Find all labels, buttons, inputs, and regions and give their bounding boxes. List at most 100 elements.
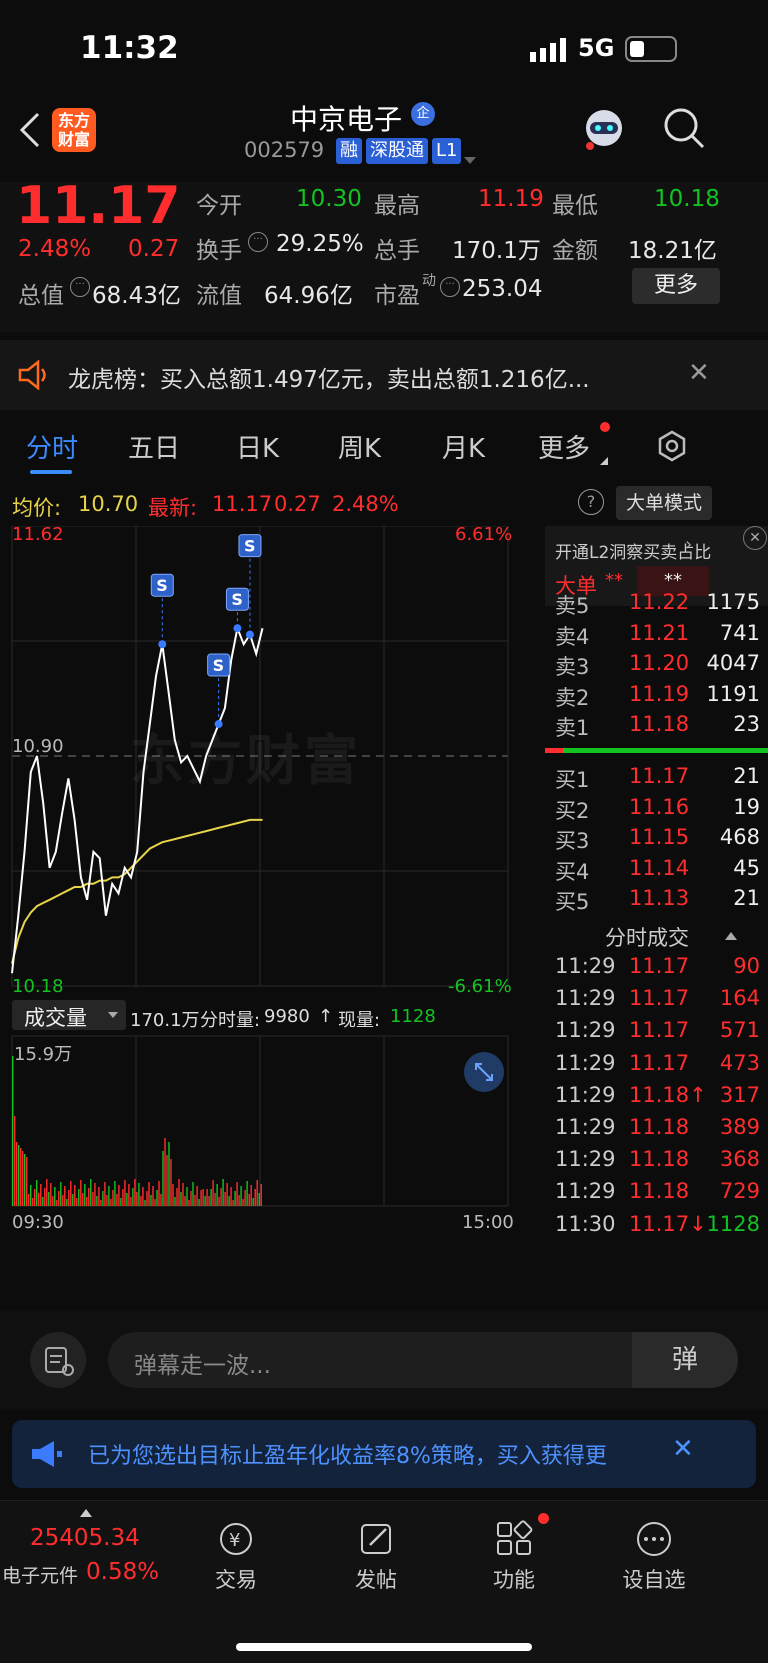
time-start-label: 09:30 xyxy=(12,1212,64,1233)
nav-function[interactable]: 功能 xyxy=(454,1519,574,1594)
y-top-label: 11.62 xyxy=(12,524,64,545)
tab-weekly-k[interactable]: 周K xyxy=(338,428,381,465)
total-cap-value: 68.43亿 xyxy=(92,283,181,309)
sell-signal-label: S xyxy=(156,576,168,595)
volume-bar xyxy=(184,1196,186,1206)
volume-bar xyxy=(114,1181,116,1206)
close-icon[interactable]: ✕ xyxy=(743,526,767,550)
big-order-mode-button[interactable]: 大单模式 xyxy=(616,486,712,520)
buy-price: 11.15 xyxy=(629,825,690,849)
high-value: 11.19 xyxy=(478,186,544,212)
pct-bottom-label: -6.61% xyxy=(448,976,512,997)
volume-bar xyxy=(190,1191,192,1206)
more-button[interactable]: 更多 xyxy=(632,268,720,304)
volume-bar xyxy=(44,1188,46,1206)
sector-index-value[interactable]: 25405.34 xyxy=(30,1525,140,1551)
volume-selector[interactable]: 成交量 xyxy=(12,1000,126,1030)
volume-bar xyxy=(136,1192,138,1206)
volume-bar xyxy=(68,1190,70,1206)
stock-header: 东方 财富 中京电子 企 002579 融深股通 L1 xyxy=(0,100,768,182)
buy-level: 买4 xyxy=(555,859,590,884)
volume-bar xyxy=(24,1154,26,1206)
volume-bar xyxy=(106,1195,108,1206)
volume-bar xyxy=(158,1181,160,1206)
volume-bar xyxy=(12,1056,14,1206)
buy-level: 买5 xyxy=(555,890,590,914)
caret-up-icon xyxy=(80,1509,92,1517)
sell-signal-label: S xyxy=(213,656,225,675)
info-dots-icon[interactable]: ··· xyxy=(440,277,460,297)
buy-level: 买2 xyxy=(555,798,590,823)
help-icon[interactable]: ? xyxy=(578,489,604,515)
volume-bar xyxy=(58,1191,60,1206)
nav-trade-label: 交易 xyxy=(215,1568,257,1592)
close-icon[interactable]: ✕ xyxy=(672,1434,694,1464)
tab-more[interactable]: 更多 xyxy=(538,428,590,465)
sell-level: 卖1 xyxy=(555,716,590,740)
pe-label: 市盈 xyxy=(374,283,420,309)
volume-bar xyxy=(176,1188,178,1206)
sell-volume: 4047 xyxy=(706,651,760,675)
volume-bar xyxy=(164,1138,166,1206)
volume-bar xyxy=(230,1187,232,1206)
volume-bar xyxy=(166,1155,168,1206)
high-label: 最高 xyxy=(374,193,420,219)
info-dots-icon[interactable]: ··· xyxy=(70,277,90,297)
avg-price-bar: 均价: 10.70 最新: 11.17 0.27 2.48% ? 大单模式 xyxy=(0,486,768,526)
nav-trade[interactable]: ¥ 交易 xyxy=(176,1519,296,1594)
tick-volume: 389 xyxy=(719,1115,760,1139)
info-dots-icon[interactable]: ··· xyxy=(248,232,268,252)
volume-bar xyxy=(128,1184,130,1206)
tick-price: 11.18 xyxy=(629,1179,690,1204)
nav-add-watchlist[interactable]: 设自选 xyxy=(594,1519,714,1594)
strategy-promo-banner[interactable]: 已为您选出目标止盈年化收益率8%策略，买入获得更 ✕ xyxy=(12,1420,756,1488)
float-cap-value: 64.96亿 xyxy=(264,283,353,309)
sell-level: 卖5 xyxy=(555,594,590,618)
home-indicator xyxy=(236,1643,532,1651)
nav-add-watchlist-label: 设自选 xyxy=(622,1568,686,1592)
danmu-toggle-button[interactable]: 弹 xyxy=(632,1332,738,1388)
gear-icon[interactable] xyxy=(656,430,688,466)
volume-bar xyxy=(212,1180,214,1206)
expand-icon[interactable] xyxy=(464,1052,504,1092)
volume-bar xyxy=(144,1200,146,1206)
sell-volume: 1175 xyxy=(706,590,760,614)
volume-bar xyxy=(222,1179,224,1206)
nav-post-label: 发帖 xyxy=(355,1568,397,1592)
buy-volume: 468 xyxy=(719,825,760,849)
clock: 11:32 xyxy=(80,30,179,66)
back-icon[interactable] xyxy=(18,110,42,154)
robot-assistant-icon[interactable] xyxy=(580,106,628,158)
caret-down-icon[interactable] xyxy=(464,150,476,169)
tab-intraday[interactable]: 分时 xyxy=(26,428,78,465)
tab-daily-k[interactable]: 日K xyxy=(236,428,279,465)
volume-bar xyxy=(118,1185,120,1206)
volume-bar xyxy=(218,1197,220,1206)
nav-post[interactable]: 发帖 xyxy=(316,1519,436,1594)
volume-bar xyxy=(42,1197,44,1206)
intraday-chart[interactable]: S S S S 东方财富 11.62 6.61% 10.90 10.18 -6.61%… xyxy=(0,524,545,1306)
close-icon[interactable]: ✕ xyxy=(688,358,710,388)
chart-canvas: S S S S xyxy=(11,525,509,1207)
volume-bar xyxy=(40,1184,42,1206)
danmu-list-icon[interactable] xyxy=(30,1332,86,1388)
search-icon[interactable] xyxy=(662,106,706,154)
more-circle-icon xyxy=(637,1522,671,1556)
tab-monthly-k[interactable]: 月K xyxy=(442,428,485,465)
volume-bar xyxy=(76,1198,78,1206)
volume-bars xyxy=(12,1056,262,1206)
caret-up-icon[interactable] xyxy=(725,932,737,940)
volume-bar xyxy=(232,1200,234,1206)
vol-now-value: 1128 xyxy=(390,1006,436,1027)
dragon-tiger-notice[interactable]: 龙虎榜：买入总额1.497亿元，卖出总额1.216亿... ✕ xyxy=(0,340,768,410)
volume-bar xyxy=(240,1186,242,1206)
volume-bar xyxy=(256,1180,258,1206)
volume-bar xyxy=(20,1148,22,1206)
tab-five-day[interactable]: 五日 xyxy=(128,428,180,465)
sell-row: 卖2 11.19 1191 xyxy=(545,678,768,710)
volume-bar xyxy=(96,1196,98,1206)
watermark: 东方财富 xyxy=(130,729,362,792)
danmu-input[interactable]: 弹幕走一波... 弹 xyxy=(108,1332,738,1388)
megaphone-icon xyxy=(30,1438,64,1474)
volume-bar xyxy=(92,1192,94,1206)
